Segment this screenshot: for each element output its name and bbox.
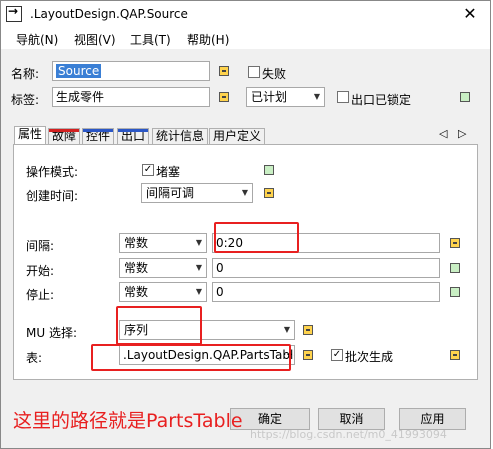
tag-inherit-icon[interactable]	[219, 92, 229, 102]
table-label: 表:	[26, 351, 43, 365]
batch-inherit-icon[interactable]	[450, 350, 460, 360]
annotation-box-interval	[214, 222, 299, 253]
menu-tools[interactable]: 工具(T)	[130, 31, 171, 48]
chevron-down-icon: ▼	[195, 287, 202, 296]
creation-time-select[interactable]: 间隔可调 ▼	[141, 183, 253, 203]
name-field[interactable]: Source	[52, 61, 210, 81]
chevron-down-icon: ▼	[195, 238, 202, 247]
tab-next-icon[interactable]: ▷	[458, 127, 466, 140]
annotation-text: 这里的路径就是PartsTable	[13, 410, 243, 432]
batch-checkbox[interactable]: ✓	[331, 349, 343, 361]
blocking-checkbox[interactable]: ✓	[142, 164, 154, 176]
interval-inherit-icon[interactable]	[450, 238, 460, 248]
annotation-box-table	[91, 344, 291, 371]
plan-select[interactable]: 已计划 ▼	[246, 87, 325, 107]
window-title: .LayoutDesign.QAP.Source	[30, 7, 188, 21]
failed-label: 失败	[262, 67, 287, 81]
close-button[interactable]: ✕	[452, 2, 488, 26]
tab-exit-color-bar	[118, 129, 149, 132]
stop-label: 停止:	[26, 288, 55, 302]
tab-failures[interactable]: 故障	[48, 128, 81, 144]
start-mode-value: 常数	[124, 261, 149, 275]
tab-failures-color-bar	[49, 129, 80, 132]
tab-user-defined[interactable]: 用户定义	[209, 128, 266, 144]
chevron-down-icon: ▼	[313, 92, 320, 101]
apply-button[interactable]: 应用	[399, 408, 466, 430]
menu-navigate[interactable]: 导航(N)	[16, 31, 58, 48]
batch-label: 批次生成	[345, 350, 394, 364]
exit-locked-inherit-icon[interactable]	[460, 92, 470, 102]
tab-controls-color-bar	[83, 129, 114, 132]
stop-mode-select[interactable]: 常数 ▼	[119, 282, 207, 302]
start-inherit-icon[interactable]	[450, 263, 460, 273]
op-mode-label: 操作模式:	[26, 165, 79, 179]
creation-time-value: 间隔可调	[146, 186, 195, 200]
app-icon	[6, 4, 22, 22]
interval-mode-select[interactable]: 常数 ▼	[119, 233, 207, 253]
tab-statistics[interactable]: 统计信息	[152, 128, 209, 144]
watermark-text: https://blog.csdn.net/m0_41993094	[250, 428, 447, 441]
name-label: 名称:	[11, 67, 40, 81]
tag-label: 标签:	[11, 93, 40, 107]
tab-user-defined-label: 用户定义	[213, 129, 262, 143]
tab-exit[interactable]: 出口	[117, 128, 150, 144]
tab-properties[interactable]: 属性	[14, 126, 47, 145]
tab-statistics-label: 统计信息	[156, 129, 205, 143]
chevron-down-icon: ▼	[241, 188, 248, 197]
start-mode-select[interactable]: 常数 ▼	[119, 258, 207, 278]
mu-inherit-icon[interactable]	[303, 325, 313, 335]
name-value: Source	[56, 64, 102, 78]
tag-field[interactable]: 生成零件	[52, 87, 210, 107]
creation-time-label: 创建时间:	[26, 189, 79, 203]
tab-controls[interactable]: 控件	[82, 128, 115, 144]
start-label: 开始:	[26, 264, 55, 278]
menu-view[interactable]: 视图(V)	[74, 31, 116, 48]
blocking-label: 堵塞	[156, 165, 181, 179]
chevron-down-icon: ▼	[283, 325, 290, 334]
mu-label: MU 选择:	[26, 326, 77, 340]
stop-field[interactable]: 0	[212, 282, 440, 302]
tab-properties-label: 属性	[18, 127, 43, 141]
annotation-box-mu	[116, 306, 202, 345]
interval-label: 间隔:	[26, 239, 55, 253]
exit-locked-label: 出口已锁定	[351, 93, 412, 107]
interval-mode-value: 常数	[124, 236, 149, 250]
creation-time-inherit-icon[interactable]	[264, 188, 274, 198]
failed-checkbox[interactable]	[248, 66, 260, 78]
blocking-inherit-icon[interactable]	[264, 165, 274, 175]
start-field[interactable]: 0	[212, 258, 440, 278]
chevron-down-icon: ▼	[195, 263, 202, 272]
stop-inherit-icon[interactable]	[450, 287, 460, 297]
cancel-button[interactable]: 取消	[318, 408, 385, 430]
table-inherit-icon[interactable]	[303, 350, 313, 360]
name-inherit-icon[interactable]	[219, 66, 229, 76]
plan-value: 已计划	[251, 90, 288, 104]
menu-help[interactable]: 帮助(H)	[187, 31, 229, 48]
stop-mode-value: 常数	[124, 285, 149, 299]
tab-prev-icon[interactable]: ◁	[439, 127, 447, 140]
exit-locked-checkbox[interactable]	[337, 91, 349, 103]
